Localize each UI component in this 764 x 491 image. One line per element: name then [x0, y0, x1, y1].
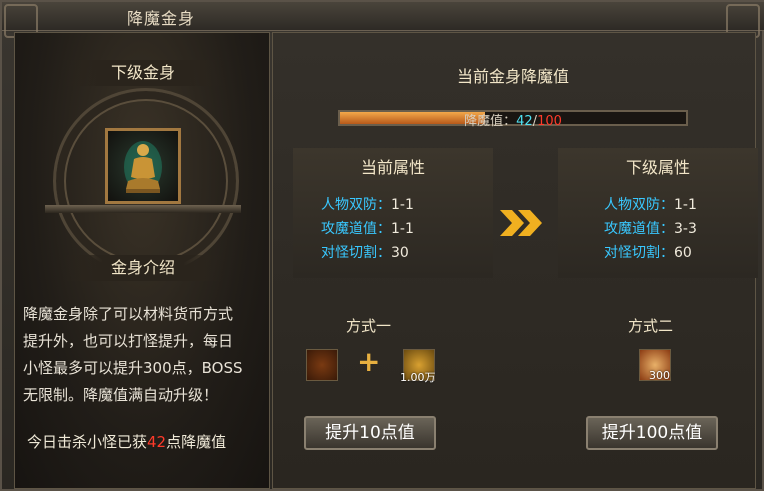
kill-value: 42 — [147, 433, 167, 451]
attr-row: 人物双防：1-1 — [604, 194, 697, 214]
progress-text: 降魔值：42/100 — [340, 110, 686, 129]
currency-count: 1.00万 — [400, 371, 436, 384]
method1-title: 方式一 — [346, 317, 392, 335]
attr-name: 对怪切割： — [321, 245, 391, 261]
attr-row: 攻魔道值：1-1 — [321, 218, 414, 238]
description-line: 无限制。降魔值满自动升级！ — [23, 386, 219, 404]
intro-label: 金身介绍 — [63, 255, 223, 281]
next-attributes-panel: 下级属性 人物双防：1-1 攻魔道值：3-3 对怪切割：60 — [558, 148, 758, 278]
upgrade-100-button[interactable]: 提升100点值 — [586, 416, 718, 450]
plus-icon: + — [357, 345, 381, 378]
double-chevron-right-icon — [500, 210, 542, 236]
description-line: 小怪最多可以提升300点，BOSS — [23, 359, 243, 377]
progress-title: 当前金身降魔值 — [456, 67, 569, 86]
attr-row: 对怪切割：30 — [321, 242, 409, 262]
kill-prefix: 今日击杀小怪已获 — [27, 433, 148, 451]
progress-current: 42 — [516, 114, 533, 129]
demon-value-progress-bar: 降魔值：42/100 — [338, 110, 688, 129]
left-panel: 下级金身 金身介绍 降魔金身除了可以材料货币方式 提升外，也可以打怪提升，每日 … — [14, 32, 270, 489]
attr-name: 对怪切割： — [604, 245, 674, 261]
attr-row: 攻魔道值：3-3 — [604, 218, 697, 238]
attr-value: 1-1 — [674, 197, 697, 213]
attr-name: 人物双防： — [321, 197, 391, 213]
method2-title: 方式二 — [628, 317, 674, 335]
buddha-statue-icon — [124, 141, 162, 193]
next-attributes-title: 下级属性 — [625, 158, 690, 177]
progress-max: 100 — [537, 114, 562, 129]
golden-body-portrait[interactable] — [105, 128, 181, 204]
item-count: 300 — [649, 369, 670, 382]
pedestal-ledge — [45, 205, 241, 213]
current-attributes-title: 当前属性 — [360, 158, 425, 177]
title-bar: 降魔金身 — [2, 2, 764, 31]
right-panel: 当前金身降魔值 降魔值：42/100 当前属性 人物双防：1-1 攻魔道值：1-… — [272, 32, 758, 489]
attr-name: 攻魔道值： — [604, 221, 674, 237]
current-attributes-panel: 当前属性 人物双防：1-1 攻魔道值：1-1 对怪切割：30 — [293, 148, 493, 278]
next-body-label: 下级金身 — [63, 60, 223, 86]
attr-value: 1-1 — [391, 197, 414, 213]
attr-value: 3-3 — [674, 221, 697, 237]
daily-kill-status: 今日击杀小怪已获42点降魔值 — [27, 431, 226, 452]
kill-suffix: 点降魔值 — [166, 433, 227, 451]
attr-row: 对怪切割：60 — [604, 242, 692, 262]
progress-label: 降魔值： — [464, 114, 517, 129]
attr-value: 30 — [391, 245, 409, 261]
attr-row: 人物双防：1-1 — [321, 194, 414, 214]
window-frame: 降魔金身 下级金身 金身介绍 降魔金身除了可以材料货币方式 提升外，也可以打怪提… — [0, 0, 764, 491]
attr-name: 攻魔道值： — [321, 221, 391, 237]
attr-value: 60 — [674, 245, 692, 261]
attr-name: 人物双防： — [604, 197, 674, 213]
description-line: 降魔金身除了可以材料货币方式 — [23, 305, 234, 323]
attr-value: 1-1 — [391, 221, 414, 237]
window-title: 降魔金身 — [127, 9, 196, 28]
upgrade-10-button[interactable]: 提升10点值 — [304, 416, 436, 450]
description-line: 提升外，也可以打怪提升，每日 — [23, 332, 234, 350]
description-text: 降魔金身除了可以材料货币方式 提升外，也可以打怪提升，每日 小怪最多可以提升30… — [23, 301, 263, 409]
material-item-icon[interactable] — [306, 349, 338, 381]
